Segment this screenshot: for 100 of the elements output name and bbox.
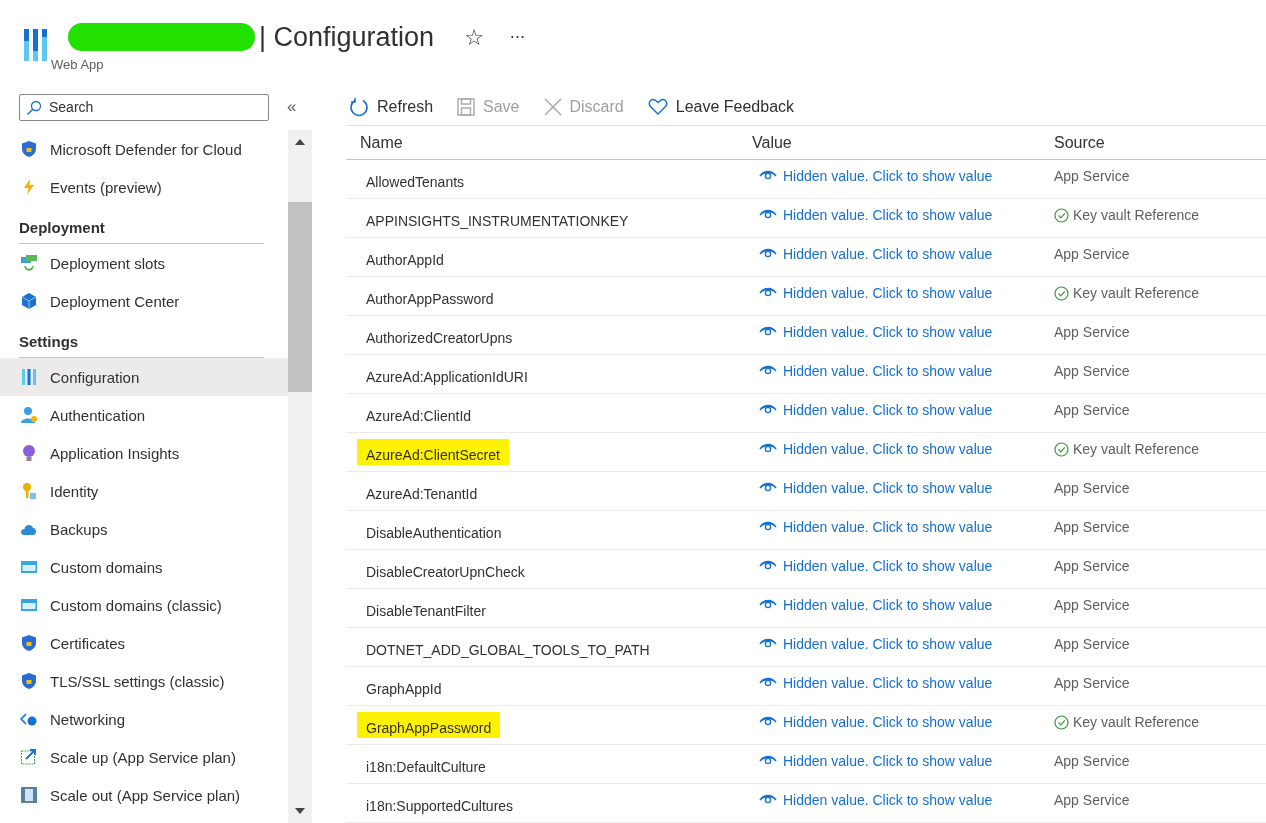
show-value-link[interactable]: Hidden value. Click to show value <box>759 480 993 496</box>
source-text: App Service <box>1054 792 1130 808</box>
sidebar-item[interactable]: Custom domains (classic) <box>0 586 288 624</box>
sidebar-item[interactable]: Microsoft Defender for Cloud <box>0 130 288 168</box>
close-icon <box>543 97 562 116</box>
show-value-link[interactable]: Hidden value. Click to show value <box>759 558 993 574</box>
show-value-link[interactable]: Hidden value. Click to show value <box>759 285 993 301</box>
show-value-link[interactable]: Hidden value. Click to show value <box>759 519 993 535</box>
eye-icon <box>759 560 777 572</box>
page-subtitle: Web App <box>51 57 105 72</box>
eye-icon <box>759 209 777 221</box>
search-field[interactable]: Search <box>19 93 269 121</box>
source-text: App Service <box>1054 402 1130 418</box>
eye-icon <box>759 443 777 455</box>
sidebar-item[interactable]: Authentication <box>0 396 288 434</box>
shield-icon <box>20 140 38 158</box>
show-value-link[interactable]: Hidden value. Click to show value <box>759 753 993 769</box>
source-text: App Service <box>1054 519 1130 535</box>
show-value-link[interactable]: Hidden value. Click to show value <box>759 402 993 418</box>
scrollbar-thumb[interactable] <box>288 202 312 392</box>
toolbar-button[interactable]: Leave Feedback <box>644 97 798 116</box>
save-icon <box>457 97 476 116</box>
scroll-up-arrow-icon[interactable] <box>294 138 306 146</box>
setting-name: GraphAppPassword <box>357 712 501 738</box>
eye-icon <box>759 638 777 650</box>
sidebar-item[interactable]: Configuration <box>0 358 288 396</box>
setting-name: APPINSIGHTS_INSTRUMENTATIONKEY <box>365 212 630 231</box>
show-value-link[interactable]: Hidden value. Click to show value <box>759 324 993 340</box>
sidebar-item[interactable]: Deployment slots <box>0 244 288 282</box>
show-value-link[interactable]: Hidden value. Click to show value <box>759 636 993 652</box>
setting-name: DOTNET_ADD_GLOBAL_TOOLS_TO_PATH <box>365 641 651 660</box>
eye-icon <box>759 404 777 416</box>
show-value-link[interactable]: Hidden value. Click to show value <box>759 207 993 223</box>
favorite-button[interactable]: ☆ <box>460 24 488 50</box>
setting-name: i18n:DefaultCulture <box>365 758 487 777</box>
section-heading: Deployment <box>19 206 264 244</box>
eye-icon <box>759 248 777 260</box>
slots-icon <box>20 254 38 272</box>
show-value-link[interactable]: Hidden value. Click to show value <box>759 714 993 730</box>
sidebar-item[interactable]: Scale out (App Service plan) <box>0 776 288 814</box>
sliders-icon <box>20 368 38 386</box>
sidebar-item[interactable]: Deployment Center <box>0 282 288 320</box>
source-text: App Service <box>1054 168 1130 184</box>
server-icon <box>20 786 38 804</box>
setting-name: AuthorAppPassword <box>365 290 495 309</box>
www-icon <box>20 558 38 576</box>
show-value-link[interactable]: Hidden value. Click to show value <box>759 246 993 262</box>
source-text: Key vault Reference <box>1073 285 1200 301</box>
www-icon <box>20 596 38 614</box>
source-text: App Service <box>1054 636 1130 652</box>
network-icon <box>20 710 38 728</box>
show-value-link[interactable]: Hidden value. Click to show value <box>759 675 993 691</box>
sidebar-item[interactable]: Events (preview) <box>0 168 288 206</box>
show-value-link[interactable]: Hidden value. Click to show value <box>759 792 993 808</box>
sidebar-item[interactable]: Scale up (App Service plan) <box>0 738 288 776</box>
collapse-button[interactable]: « <box>283 97 301 117</box>
eye-icon <box>759 287 777 299</box>
show-value-link[interactable]: Hidden value. Click to show value <box>759 363 993 379</box>
eye-icon <box>759 170 777 182</box>
source-text: App Service <box>1054 246 1130 262</box>
refresh-icon <box>349 96 369 117</box>
column-header[interactable]: Source <box>1054 133 1266 152</box>
setting-name: AzureAd:ApplicationIdURI <box>365 368 529 387</box>
source-text: App Service <box>1054 597 1130 613</box>
eye-icon <box>759 794 777 806</box>
setting-name: AzureAd:ClientSecret <box>357 439 509 465</box>
eye-icon <box>759 326 777 338</box>
toolbar-button[interactable]: Refresh <box>346 96 437 117</box>
setting-name: GraphAppId <box>365 680 443 699</box>
setting-name: AzureAd:ClientId <box>365 407 473 426</box>
sidebar-item[interactable]: Backups <box>0 510 288 548</box>
page-title: | Configuration <box>259 21 435 53</box>
app-logo-icon <box>22 27 48 63</box>
eye-icon <box>759 365 777 377</box>
search-icon <box>26 99 42 116</box>
source-text: App Service <box>1054 558 1130 574</box>
eye-icon <box>759 599 777 611</box>
sidebar-item[interactable]: Application Insights <box>0 434 288 472</box>
column-header[interactable]: Name <box>346 133 749 152</box>
scroll-down-arrow-icon[interactable] <box>294 807 306 815</box>
sidebar-item[interactable]: TLS/SSL settings (classic) <box>0 662 288 700</box>
cube-icon <box>20 292 38 310</box>
eye-icon <box>759 677 777 689</box>
sidebar-item[interactable]: Certificates <box>0 624 288 662</box>
setting-name: DisableCreatorUpnCheck <box>365 563 526 582</box>
shield-icon <box>20 634 38 652</box>
column-header[interactable]: Value <box>749 133 1054 152</box>
source-text: App Service <box>1054 753 1130 769</box>
sidebar-item[interactable]: Identity <box>0 472 288 510</box>
user-icon <box>20 406 38 424</box>
setting-name: AllowedTenants <box>365 173 466 192</box>
setting-name: DisableAuthentication <box>365 524 503 543</box>
key-icon <box>20 482 38 500</box>
sidebar-item[interactable]: Custom domains <box>0 548 288 586</box>
show-value-link[interactable]: Hidden value. Click to show value <box>759 441 993 457</box>
scale-icon <box>20 748 38 766</box>
more-button[interactable]: ··· <box>503 26 532 48</box>
show-value-link[interactable]: Hidden value. Click to show value <box>759 168 993 184</box>
show-value-link[interactable]: Hidden value. Click to show value <box>759 597 993 613</box>
sidebar-item[interactable]: Networking <box>0 700 288 738</box>
